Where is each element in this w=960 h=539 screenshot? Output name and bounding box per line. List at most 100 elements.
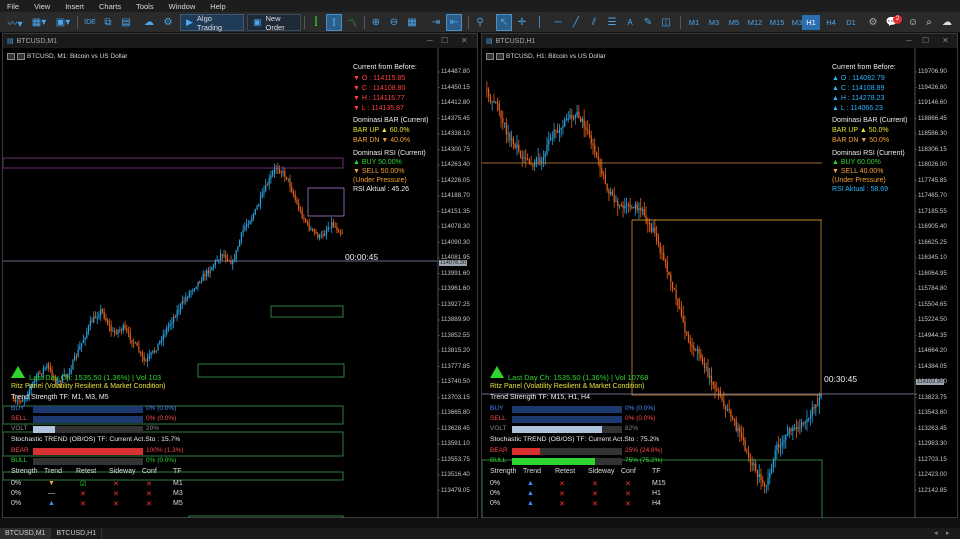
price-tick-label: 114338.10 <box>441 130 470 137</box>
ide-icon[interactable]: IDE <box>82 14 98 31</box>
tf-h1[interactable]: H1 <box>802 15 820 30</box>
candle-body <box>726 409 729 411</box>
candle-body <box>512 138 515 144</box>
grid-icon[interactable]: ▦ <box>404 14 420 31</box>
account-icon[interactable]: ☺ <box>906 14 920 31</box>
menu-help[interactable]: Help <box>203 2 233 11</box>
strength-row-value: 0% (0.0%) <box>146 415 177 422</box>
price-tick-label: 118306.15 <box>918 145 947 153</box>
signals-icon[interactable]: ⚙ <box>160 14 176 31</box>
new-order-button[interactable]: ▣ New Order <box>247 14 301 32</box>
settings-icon[interactable]: ⚙ <box>866 14 880 31</box>
candle-body <box>523 157 525 159</box>
community-icon[interactable]: ☁ <box>940 14 954 31</box>
tf-m15[interactable]: M15 <box>766 15 788 30</box>
candle-body <box>252 214 255 219</box>
chart-tab-m1[interactable]: BTCUSD,M1 <box>0 528 52 539</box>
candle-body <box>324 234 326 236</box>
objects-icon[interactable]: ◫ <box>658 14 674 31</box>
menu-insert[interactable]: Insert <box>58 2 92 11</box>
crosshair-icon[interactable]: ✛ <box>514 14 530 31</box>
candle-body <box>247 224 249 226</box>
horizontal-scrollbar[interactable] <box>0 518 960 528</box>
table-header: Strength <box>11 468 38 475</box>
menu-view[interactable]: View <box>27 2 58 11</box>
candle-body <box>728 409 730 411</box>
navigator-icon[interactable]: ⧉ <box>100 14 116 31</box>
search-icon[interactable]: ⌕ <box>922 14 936 31</box>
strength-bar-track <box>512 416 622 423</box>
cursor-icon[interactable]: ↖ <box>496 14 512 31</box>
text-icon[interactable]: A <box>622 14 638 31</box>
trendline-icon[interactable]: ╱ <box>568 14 584 31</box>
ohlc-value: ▼ C : 114108.80 <box>353 85 406 92</box>
tf-m1[interactable]: M1 <box>684 15 704 30</box>
candle-body <box>650 223 652 232</box>
chart-tab-h1[interactable]: BTCUSD,H1 <box>51 528 103 539</box>
fibonacci-icon[interactable]: ☰ <box>604 14 620 31</box>
zoom-in-icon[interactable]: ⊕ <box>368 14 384 31</box>
tf-m12[interactable]: M12 <box>744 15 766 30</box>
tf-h4[interactable]: H4 <box>822 15 840 30</box>
menu-charts[interactable]: Charts <box>92 2 129 11</box>
cloud-icon[interactable]: ☁ <box>140 14 158 31</box>
strength-row-value: 0% (0.0%) <box>625 405 656 412</box>
candle-body <box>94 316 97 319</box>
candle-body <box>308 222 310 230</box>
candle-body <box>509 133 511 141</box>
zone-box[interactable] <box>3 157 344 169</box>
dominasi-bar-heading: Dominasi BAR (Current) <box>832 117 908 124</box>
maximize-icon[interactable]: ☐ <box>922 36 929 45</box>
close-icon[interactable]: ✕ <box>942 36 949 45</box>
menu-window[interactable]: Window <box>162 2 204 11</box>
chart-shift-icon[interactable]: ⇤ <box>446 14 462 31</box>
tf-d1[interactable]: D1 <box>842 15 860 30</box>
tf-m3[interactable]: M3 <box>704 15 724 30</box>
zoom-out-icon[interactable]: ⊖ <box>386 14 402 31</box>
maximize-icon[interactable]: ☐ <box>441 36 448 45</box>
market-watch-icon[interactable]: ▤ <box>118 14 134 31</box>
candle-body <box>505 122 507 135</box>
tab-scroll-left-icon[interactable]: ◂ <box>934 529 938 537</box>
minimize-icon[interactable]: ─ <box>427 36 433 45</box>
minimize-icon[interactable]: ─ <box>906 36 912 45</box>
zone-box[interactable] <box>197 363 345 378</box>
price-tick-label: 114226.05 <box>441 176 470 184</box>
horizontal-line-icon[interactable]: ─ <box>550 14 566 31</box>
candle-body <box>601 168 603 175</box>
chart-type-icon[interactable]: 〰▾ <box>4 14 26 31</box>
candle-body <box>677 298 679 307</box>
autoscroll-icon[interactable]: ⇥ <box>428 14 444 31</box>
candle-body <box>610 191 612 194</box>
shapes-icon[interactable]: ✎ <box>640 14 656 31</box>
chart-window-h1[interactable]: ▤ BTCUSD,H1 ─ ☐ ✕ BTCUSD, H1: Bitcoin vs… <box>481 33 958 538</box>
table-cell-conf: ✕ <box>625 491 631 498</box>
candle-body <box>237 246 239 251</box>
close-icon[interactable]: ✕ <box>461 36 468 45</box>
candle-body <box>569 114 571 119</box>
algo-trading-button[interactable]: ▶ Algo Trading <box>180 14 244 32</box>
bar-chart-icon[interactable]: ⫿ <box>308 14 324 31</box>
candle-body <box>320 234 322 236</box>
candlestick-icon[interactable]: ⫾ <box>326 14 342 31</box>
price-tick-label: 114375.45 <box>441 114 470 122</box>
candle-body <box>317 233 319 238</box>
templates-icon[interactable]: ▣▾ <box>52 14 74 31</box>
candle-body <box>792 427 794 432</box>
table-cell-trend: ▲ <box>527 480 534 487</box>
menu-file[interactable]: File <box>0 2 27 11</box>
chart-window-m1[interactable]: ▤ BTCUSD,M1 ─ ☐ ✕ BTCUSD, M1: Bitcoin vs… <box>2 33 478 538</box>
price-tick-label: 113823.75 <box>918 393 947 401</box>
candle-body <box>171 322 173 324</box>
zone-box[interactable] <box>307 187 345 217</box>
indicators-icon[interactable]: ⚲ <box>472 14 488 31</box>
line-chart-icon[interactable]: 〽 <box>344 14 360 31</box>
tab-scroll-right-icon[interactable]: ▸ <box>946 529 950 537</box>
profiles-icon[interactable]: ▦▾ <box>28 14 50 31</box>
tf-m5[interactable]: M5 <box>724 15 744 30</box>
strength-row-value: 0% (0.0%) <box>146 405 177 412</box>
menu-tools[interactable]: Tools <box>129 2 162 11</box>
channel-icon[interactable]: ⫽ <box>586 14 602 31</box>
zone-box[interactable] <box>270 305 344 318</box>
vertical-line-icon[interactable]: │ <box>532 14 548 31</box>
